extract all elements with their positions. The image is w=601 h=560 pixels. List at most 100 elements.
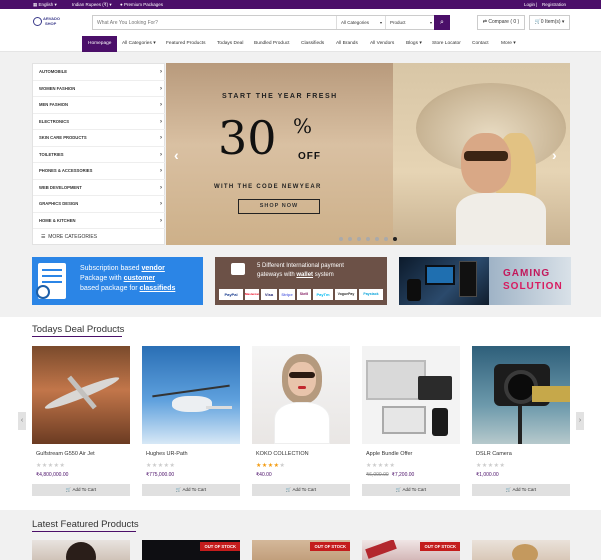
product-price: ₹4,800,000.00 xyxy=(36,472,69,478)
category-item[interactable]: SKIN CARE PRODUCTS › xyxy=(33,130,166,147)
product-image[interactable] xyxy=(252,346,350,444)
search-input[interactable] xyxy=(93,16,336,29)
search-button[interactable]: ⌕ xyxy=(434,15,450,30)
nav-all-vendors[interactable]: All Vendors xyxy=(370,36,394,52)
category-item[interactable]: WEB DEVELOPMENT › xyxy=(33,180,166,196)
featured-product-card[interactable] xyxy=(472,540,570,560)
product-card[interactable]: Apple Bundle Offer ★★★★★ ₹6,000.00 ₹7,200… xyxy=(362,346,460,498)
featured-product-card[interactable] xyxy=(32,540,130,560)
type-select[interactable]: Product ▾ xyxy=(385,16,435,29)
chevron-right-icon: › xyxy=(160,102,162,108)
chevron-right-icon: › xyxy=(160,184,162,191)
rating-stars: ★★★★★ xyxy=(366,463,396,469)
slider-dot[interactable] xyxy=(348,237,352,241)
payment-gateways-banner[interactable]: 5 Different International payment gatewa… xyxy=(215,257,387,305)
product-name[interactable]: Hughes UR-Path xyxy=(146,451,188,457)
category-item[interactable]: HOME & KITCHEN › xyxy=(33,213,166,229)
product-card[interactable]: Hughes UR-Path ★★★★★ ₹775,000.00 🛒 Add T… xyxy=(142,346,240,498)
slider-next-arrow[interactable]: › xyxy=(552,147,557,163)
nav-blogs[interactable]: Blogs ▾ xyxy=(406,36,422,52)
registration-link[interactable]: Registration xyxy=(542,0,566,9)
product-card[interactable]: DSLR Camera ★★★★★ ₹1,000.00 🛒 Add To Car… xyxy=(472,346,570,498)
payment-logos: PayPal Mastercard Visa Stripe Skrill Pay… xyxy=(219,289,383,301)
nav-classifieds[interactable]: Classifieds xyxy=(301,36,324,52)
nav-all-brands[interactable]: All Brands xyxy=(336,36,358,52)
nav-featured-products[interactable]: Featured Products xyxy=(166,36,205,52)
nav-bundled-product[interactable]: Bundled Product xyxy=(254,36,289,52)
product-card[interactable]: KOKO COLLECTION ★★★★★ ₹40.00 🛒 Add To Ca… xyxy=(252,346,350,498)
category-item[interactable]: AUTOMOBILE › xyxy=(33,64,166,81)
list-icon: ☰ xyxy=(41,234,46,240)
nav-all-categories[interactable]: All Categories ▾ xyxy=(122,36,156,52)
add-to-cart-button[interactable]: 🛒 Add To Cart xyxy=(362,484,460,496)
category-item[interactable]: ELECTRONICS › xyxy=(33,114,166,130)
nav-todays-deal[interactable]: Todays Deal xyxy=(217,36,243,52)
slider-dot[interactable] xyxy=(339,237,343,241)
cart-icon: 🛒 xyxy=(395,487,402,492)
category-select[interactable]: All Categories ▾ xyxy=(336,16,385,29)
premium-packages-link[interactable]: ● Premium Packages xyxy=(120,0,163,9)
product-name[interactable]: DSLR Camera xyxy=(476,451,512,457)
hero-slider[interactable]: START THE YEAR FRESH 30 % OFF WITH THE C… xyxy=(166,63,570,245)
product-image[interactable] xyxy=(32,346,130,444)
site-logo[interactable]: ARVADO SHOP xyxy=(33,15,67,30)
slider-dot[interactable] xyxy=(357,237,361,241)
mastercard-logo: Mastercard xyxy=(245,289,259,300)
todays-deal-title: Todays Deal Products xyxy=(32,324,125,335)
add-to-cart-button[interactable]: 🛒 Add To Cart xyxy=(472,484,570,496)
wallet-icon xyxy=(231,263,245,275)
cart-icon: 🛒 xyxy=(285,487,292,492)
slide-percent: % xyxy=(293,114,313,138)
category-item[interactable]: MEN FASHION › xyxy=(33,97,166,114)
product-name[interactable]: Apple Bundle Offer xyxy=(366,451,412,457)
cart-button[interactable]: 🛒0 Item(s) ▾ xyxy=(529,15,570,30)
product-price: ₹40.00 xyxy=(256,472,272,478)
featured-product-card[interactable]: OUT OF STOCK xyxy=(252,540,350,560)
login-link[interactable]: Login xyxy=(524,0,535,9)
search-icon: ⌕ xyxy=(440,19,444,26)
currency-selector[interactable]: Indian Rupees (₹) ▾ xyxy=(72,0,112,9)
product-image[interactable] xyxy=(472,346,570,444)
nav-contact[interactable]: Contact xyxy=(472,36,489,52)
product-name[interactable]: KOKO COLLECTION xyxy=(256,451,309,457)
deal-next-arrow[interactable]: › xyxy=(576,412,584,430)
search-bar: All Categories▾ Product▾ ⌕ xyxy=(92,15,450,30)
language-selector[interactable]: ▦ English ▾ xyxy=(33,0,57,9)
slider-dot-active[interactable] xyxy=(393,237,397,241)
product-card[interactable]: Gulfstream G550 Air Jet ★★★★★ ₹4,800,000… xyxy=(32,346,130,498)
gaming-solution-banner[interactable]: GAMING SOLUTION xyxy=(399,257,571,305)
nav-homepage[interactable]: Homepage xyxy=(82,36,118,52)
slide-off: OFF xyxy=(298,151,321,162)
category-item[interactable]: GRAPHICS DESIGN › xyxy=(33,196,166,213)
add-to-cart-button[interactable]: 🛒 Add To Cart xyxy=(142,484,240,496)
nav-more[interactable]: More ▾ xyxy=(501,36,516,52)
compare-icon: ⇄ xyxy=(482,19,487,25)
gaming-photo xyxy=(399,257,489,305)
slider-dot[interactable] xyxy=(375,237,379,241)
product-image[interactable] xyxy=(362,346,460,444)
gaming-title: GAMING SOLUTION xyxy=(503,268,563,292)
category-item[interactable]: PHONES & ACCESSORIES › xyxy=(33,163,166,180)
rating-stars: ★★★★★ xyxy=(476,463,506,469)
add-to-cart-button[interactable]: 🛒 Add To Cart xyxy=(32,484,130,496)
featured-product-card[interactable]: OUT OF STOCK xyxy=(142,540,240,560)
category-item[interactable]: TOILETRIES › xyxy=(33,147,166,163)
banner1-text: Subscription based vendor Package with c… xyxy=(80,265,176,292)
featured-product-card[interactable]: OUT OF STOCK xyxy=(362,540,460,560)
slider-dot[interactable] xyxy=(366,237,370,241)
rating-stars: ★★★★★ xyxy=(256,463,286,469)
shop-now-button[interactable]: SHOP NOW xyxy=(238,199,320,214)
more-categories-button[interactable]: ☰ MORE CATEGORIES xyxy=(33,229,166,246)
product-name[interactable]: Gulfstream G550 Air Jet xyxy=(36,451,95,457)
product-image[interactable] xyxy=(142,346,240,444)
nav-store-locator[interactable]: Store Locator xyxy=(432,36,461,52)
slider-dot[interactable] xyxy=(384,237,388,241)
header: ARVADO SHOP All Categories▾ Product▾ ⌕ ⇄… xyxy=(0,9,601,36)
category-item[interactable]: WOMEN FASHION › xyxy=(33,81,166,97)
add-to-cart-button[interactable]: 🛒 Add To Cart xyxy=(252,484,350,496)
deal-prev-arrow[interactable]: ‹ xyxy=(18,412,26,430)
paytm-logo: PayTm xyxy=(313,289,333,300)
vendor-package-banner[interactable]: Subscription based vendor Package with c… xyxy=(32,257,203,305)
compare-button[interactable]: ⇄ Compare ( 0 ) xyxy=(477,15,525,30)
slider-prev-arrow[interactable]: ‹ xyxy=(174,147,179,163)
